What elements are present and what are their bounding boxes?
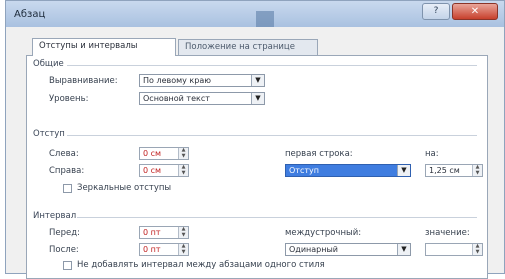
general-heading: Общие [33,59,64,69]
dialog-title: Абзац [14,9,46,20]
left-indent-spinner[interactable]: 0 см ▲ ▼ [139,147,189,160]
spinner-arrows-icon[interactable]: ▲ ▼ [178,147,188,159]
right-indent-spinner[interactable]: 0 см ▲ ▼ [139,164,189,177]
left-indent-value: 0 см [143,149,162,158]
level-label: Уровень: [49,94,89,104]
mirror-indents-label: Зеркальные отступы [77,183,172,193]
outline-level-select[interactable]: Основной текст ▼ [139,92,265,105]
dialog-body: Отступы и интервалы Положение на страниц… [12,31,498,279]
line-spacing-value: Одинарный [289,245,338,254]
alignment-select[interactable]: По левому краю ▼ [139,74,265,87]
tab-indents-spacing[interactable]: Отступы и интервалы [32,38,176,56]
right-indent-value: 0 см [143,166,162,175]
level-value: Основной текст [143,94,210,103]
first-line-select[interactable]: Отступ ▼ [285,164,411,177]
right-indent-label: Справа: [49,166,85,176]
spacing-value-label: значение: [425,228,470,238]
left-indent-label: Слева: [49,149,79,159]
space-after-label: После: [49,245,79,255]
spacing-separator [77,217,477,218]
title-bar[interactable]: Абзац ? ✕ [6,1,504,27]
chevron-down-icon: ▼ [251,93,264,104]
line-spacing-at-spinner[interactable]: ▲ ▼ [425,243,483,256]
general-separator [67,65,477,66]
line-spacing-select[interactable]: Одинарный ▼ [285,243,411,256]
first-line-by-spinner[interactable]: 1,25 см ▲ ▼ [425,164,483,177]
chevron-down-icon: ▼ [397,244,410,255]
no-space-same-style-label: Не добавлять интервал между абзацами одн… [77,260,325,270]
space-before-label: Перед: [49,228,80,238]
by-value: 1,25 см [429,166,460,175]
space-after-spinner[interactable]: 0 пт ▲ ▼ [139,243,189,256]
by-label: на: [425,149,439,159]
chevron-down-icon: ▼ [251,75,264,86]
tab-line-page-breaks[interactable]: Положение на странице [178,39,318,55]
space-before-value: 0 пт [143,228,161,237]
space-before-spinner[interactable]: 0 пт ▲ ▼ [139,226,189,239]
line-spacing-label: междустрочный: [285,228,362,238]
spacing-heading: Интервал [33,211,77,221]
no-space-same-style-checkbox[interactable] [63,261,72,270]
first-line-value: Отступ [289,166,319,175]
indent-heading: Отступ [33,129,65,139]
spinner-arrows-icon[interactable]: ▲ ▼ [472,164,482,176]
help-button[interactable]: ? [422,3,450,20]
titlebar-decoration [256,11,274,27]
indent-separator [67,135,477,136]
spinner-arrows-icon[interactable]: ▲ ▼ [472,243,482,255]
chevron-down-icon: ▼ [397,165,410,176]
mirror-indents-checkbox[interactable] [63,184,72,193]
alignment-value: По левому краю [143,76,211,85]
alignment-label: Выравнивание: [49,76,118,86]
tab-panel: Общие Выравнивание: По левому краю ▼ Уро… [26,55,488,279]
spinner-arrows-icon[interactable]: ▲ ▼ [178,226,188,238]
spinner-arrows-icon[interactable]: ▲ ▼ [178,164,188,176]
spinner-arrows-icon[interactable]: ▲ ▼ [178,243,188,255]
first-line-label: первая строка: [285,149,353,159]
close-button[interactable]: ✕ [452,3,498,20]
space-after-value: 0 пт [143,245,161,254]
paragraph-dialog: Абзац ? ✕ Отступы и интервалы Положение … [5,0,505,279]
